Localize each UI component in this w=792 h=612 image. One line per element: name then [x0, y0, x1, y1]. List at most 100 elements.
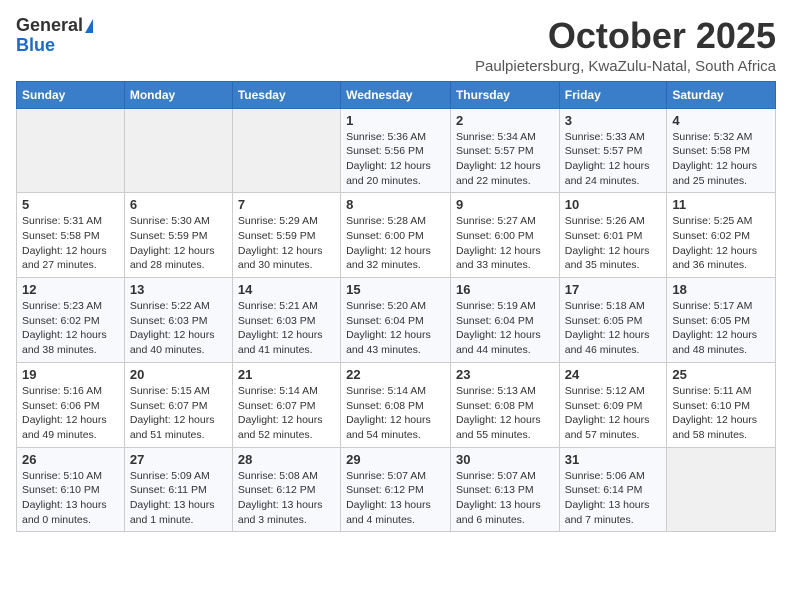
- day-number: 9: [456, 197, 554, 212]
- calendar-cell: 4Sunrise: 5:32 AM Sunset: 5:58 PM Daylig…: [667, 108, 776, 193]
- day-number: 24: [565, 367, 662, 382]
- day-number: 17: [565, 282, 662, 297]
- calendar-table: SundayMondayTuesdayWednesdayThursdayFrid…: [16, 81, 776, 533]
- day-number: 19: [22, 367, 119, 382]
- calendar-cell: 18 Sunrise: 5:17 AM Sunset: 6:05 PM Dayli…: [667, 278, 776, 363]
- day-number: 30: [456, 452, 554, 467]
- day-info: Sunrise: 5:26 AM Sunset: 6:01 PM Dayligh…: [565, 214, 662, 273]
- calendar-cell: 13Sunrise: 5:22 AM Sunset: 6:03 PM Dayli…: [124, 278, 232, 363]
- calendar-cell: 20 Sunrise: 5:15 AM Sunset: 6:07 PM Dayli…: [124, 362, 232, 447]
- day-number: 16: [456, 282, 554, 297]
- title-location: Paulpietersburg, KwaZulu-Natal, South Af…: [475, 58, 776, 75]
- calendar-cell: 14 Sunrise: 5:21 AM Sunset: 6:03 PM Dayli…: [232, 278, 340, 363]
- col-header-monday: Monday: [124, 81, 232, 108]
- day-info: Sunrise: 5:16 AM Sunset: 6:06 PM Dayligh…: [22, 384, 119, 443]
- calendar-cell: 21Sunrise: 5:14 AM Sunset: 6:07 PM Dayli…: [232, 362, 340, 447]
- col-header-tuesday: Tuesday: [232, 81, 340, 108]
- calendar-cell: 19 Sunrise: 5:16 AM Sunset: 6:06 PM Dayli…: [17, 362, 125, 447]
- day-info: Sunrise: 5:09 AM Sunset: 6:11 PM Dayligh…: [130, 469, 227, 528]
- day-info: Sunrise: 5:19 AM Sunset: 6:04 PM Dayligh…: [456, 299, 554, 358]
- calendar-cell: 16 Sunrise: 5:19 AM Sunset: 6:04 PM Dayli…: [450, 278, 559, 363]
- day-number: 26: [22, 452, 119, 467]
- calendar-cell: 27 Sunrise: 5:09 AM Sunset: 6:11 PM Dayli…: [124, 447, 232, 532]
- day-number: 1: [346, 113, 445, 128]
- calendar-cell: [124, 108, 232, 193]
- col-header-sunday: Sunday: [17, 81, 125, 108]
- day-number: 23: [456, 367, 554, 382]
- page-header: General Blue October 2025 Paulpietersbur…: [16, 16, 776, 75]
- day-info: Sunrise: 5:17 AM Sunset: 6:05 PM Dayligh…: [672, 299, 770, 358]
- logo-general: General: [16, 16, 83, 36]
- day-info: Sunrise: 5:25 AM Sunset: 6:02 PM Dayligh…: [672, 214, 770, 273]
- logo-triangle-icon: [85, 19, 93, 33]
- day-info: Sunrise: 5:28 AM Sunset: 6:00 PM Dayligh…: [346, 214, 445, 273]
- day-info: Sunrise: 5:06 AM Sunset: 6:14 PM Dayligh…: [565, 469, 662, 528]
- calendar-week-4: 19 Sunrise: 5:16 AM Sunset: 6:06 PM Dayli…: [17, 362, 776, 447]
- day-info: Sunrise: 5:23 AM Sunset: 6:02 PM Dayligh…: [22, 299, 119, 358]
- calendar-cell: 3Sunrise: 5:33 AM Sunset: 5:57 PM Daylig…: [559, 108, 667, 193]
- day-number: 15: [346, 282, 445, 297]
- day-number: 25: [672, 367, 770, 382]
- day-number: 27: [130, 452, 227, 467]
- day-info: Sunrise: 5:34 AM Sunset: 5:57 PM Dayligh…: [456, 130, 554, 189]
- calendar-cell: 10 Sunrise: 5:26 AM Sunset: 6:01 PM Dayli…: [559, 193, 667, 278]
- day-number: 10: [565, 197, 662, 212]
- calendar-cell: 12 Sunrise: 5:23 AM Sunset: 6:02 PM Dayli…: [17, 278, 125, 363]
- day-info: Sunrise: 5:15 AM Sunset: 6:07 PM Dayligh…: [130, 384, 227, 443]
- calendar-cell: [667, 447, 776, 532]
- calendar-cell: 22Sunrise: 5:14 AM Sunset: 6:08 PM Dayli…: [341, 362, 451, 447]
- day-info: Sunrise: 5:12 AM Sunset: 6:09 PM Dayligh…: [565, 384, 662, 443]
- calendar-cell: 15Sunrise: 5:20 AM Sunset: 6:04 PM Dayli…: [341, 278, 451, 363]
- day-number: 31: [565, 452, 662, 467]
- day-number: 8: [346, 197, 445, 212]
- calendar-cell: 24 Sunrise: 5:12 AM Sunset: 6:09 PM Dayli…: [559, 362, 667, 447]
- logo: General Blue: [16, 16, 93, 56]
- calendar-week-5: 26 Sunrise: 5:10 AM Sunset: 6:10 PM Dayli…: [17, 447, 776, 532]
- day-number: 5: [22, 197, 119, 212]
- calendar-cell: 7 Sunrise: 5:29 AM Sunset: 5:59 PM Daylig…: [232, 193, 340, 278]
- day-number: 29: [346, 452, 445, 467]
- day-info: Sunrise: 5:33 AM Sunset: 5:57 PM Dayligh…: [565, 130, 662, 189]
- day-info: Sunrise: 5:08 AM Sunset: 6:12 PM Dayligh…: [238, 469, 335, 528]
- day-number: 20: [130, 367, 227, 382]
- calendar-cell: 2Sunrise: 5:34 AM Sunset: 5:57 PM Daylig…: [450, 108, 559, 193]
- calendar-week-3: 12 Sunrise: 5:23 AM Sunset: 6:02 PM Dayli…: [17, 278, 776, 363]
- col-header-wednesday: Wednesday: [341, 81, 451, 108]
- day-info: Sunrise: 5:11 AM Sunset: 6:10 PM Dayligh…: [672, 384, 770, 443]
- day-info: Sunrise: 5:10 AM Sunset: 6:10 PM Dayligh…: [22, 469, 119, 528]
- day-info: Sunrise: 5:22 AM Sunset: 6:03 PM Dayligh…: [130, 299, 227, 358]
- calendar-cell: 8 Sunrise: 5:28 AM Sunset: 6:00 PM Daylig…: [341, 193, 451, 278]
- title-block: October 2025 Paulpietersburg, KwaZulu-Na…: [475, 16, 776, 75]
- day-info: Sunrise: 5:07 AM Sunset: 6:12 PM Dayligh…: [346, 469, 445, 528]
- calendar-cell: [232, 108, 340, 193]
- day-number: 11: [672, 197, 770, 212]
- day-info: Sunrise: 5:27 AM Sunset: 6:00 PM Dayligh…: [456, 214, 554, 273]
- day-info: Sunrise: 5:31 AM Sunset: 5:58 PM Dayligh…: [22, 214, 119, 273]
- calendar-cell: 30Sunrise: 5:07 AM Sunset: 6:13 PM Dayli…: [450, 447, 559, 532]
- day-info: Sunrise: 5:14 AM Sunset: 6:07 PM Dayligh…: [238, 384, 335, 443]
- calendar-week-1: 1Sunrise: 5:36 AM Sunset: 5:56 PM Daylig…: [17, 108, 776, 193]
- day-number: 14: [238, 282, 335, 297]
- calendar-cell: 11 Sunrise: 5:25 AM Sunset: 6:02 PM Dayli…: [667, 193, 776, 278]
- day-info: Sunrise: 5:29 AM Sunset: 5:59 PM Dayligh…: [238, 214, 335, 273]
- day-info: Sunrise: 5:14 AM Sunset: 6:08 PM Dayligh…: [346, 384, 445, 443]
- day-number: 7: [238, 197, 335, 212]
- calendar-cell: 29 Sunrise: 5:07 AM Sunset: 6:12 PM Dayli…: [341, 447, 451, 532]
- day-number: 6: [130, 197, 227, 212]
- day-number: 18: [672, 282, 770, 297]
- calendar-cell: 17 Sunrise: 5:18 AM Sunset: 6:05 PM Dayli…: [559, 278, 667, 363]
- day-info: Sunrise: 5:30 AM Sunset: 5:59 PM Dayligh…: [130, 214, 227, 273]
- calendar-cell: 25 Sunrise: 5:11 AM Sunset: 6:10 PM Dayli…: [667, 362, 776, 447]
- day-info: Sunrise: 5:21 AM Sunset: 6:03 PM Dayligh…: [238, 299, 335, 358]
- calendar-cell: 1Sunrise: 5:36 AM Sunset: 5:56 PM Daylig…: [341, 108, 451, 193]
- day-info: Sunrise: 5:18 AM Sunset: 6:05 PM Dayligh…: [565, 299, 662, 358]
- calendar-cell: 6 Sunrise: 5:30 AM Sunset: 5:59 PM Daylig…: [124, 193, 232, 278]
- col-header-friday: Friday: [559, 81, 667, 108]
- calendar-cell: [17, 108, 125, 193]
- day-info: Sunrise: 5:32 AM Sunset: 5:58 PM Dayligh…: [672, 130, 770, 189]
- calendar-week-2: 5 Sunrise: 5:31 AM Sunset: 5:58 PM Daylig…: [17, 193, 776, 278]
- day-number: 12: [22, 282, 119, 297]
- calendar-cell: 31 Sunrise: 5:06 AM Sunset: 6:14 PM Dayli…: [559, 447, 667, 532]
- calendar-cell: 9 Sunrise: 5:27 AM Sunset: 6:00 PM Daylig…: [450, 193, 559, 278]
- col-header-thursday: Thursday: [450, 81, 559, 108]
